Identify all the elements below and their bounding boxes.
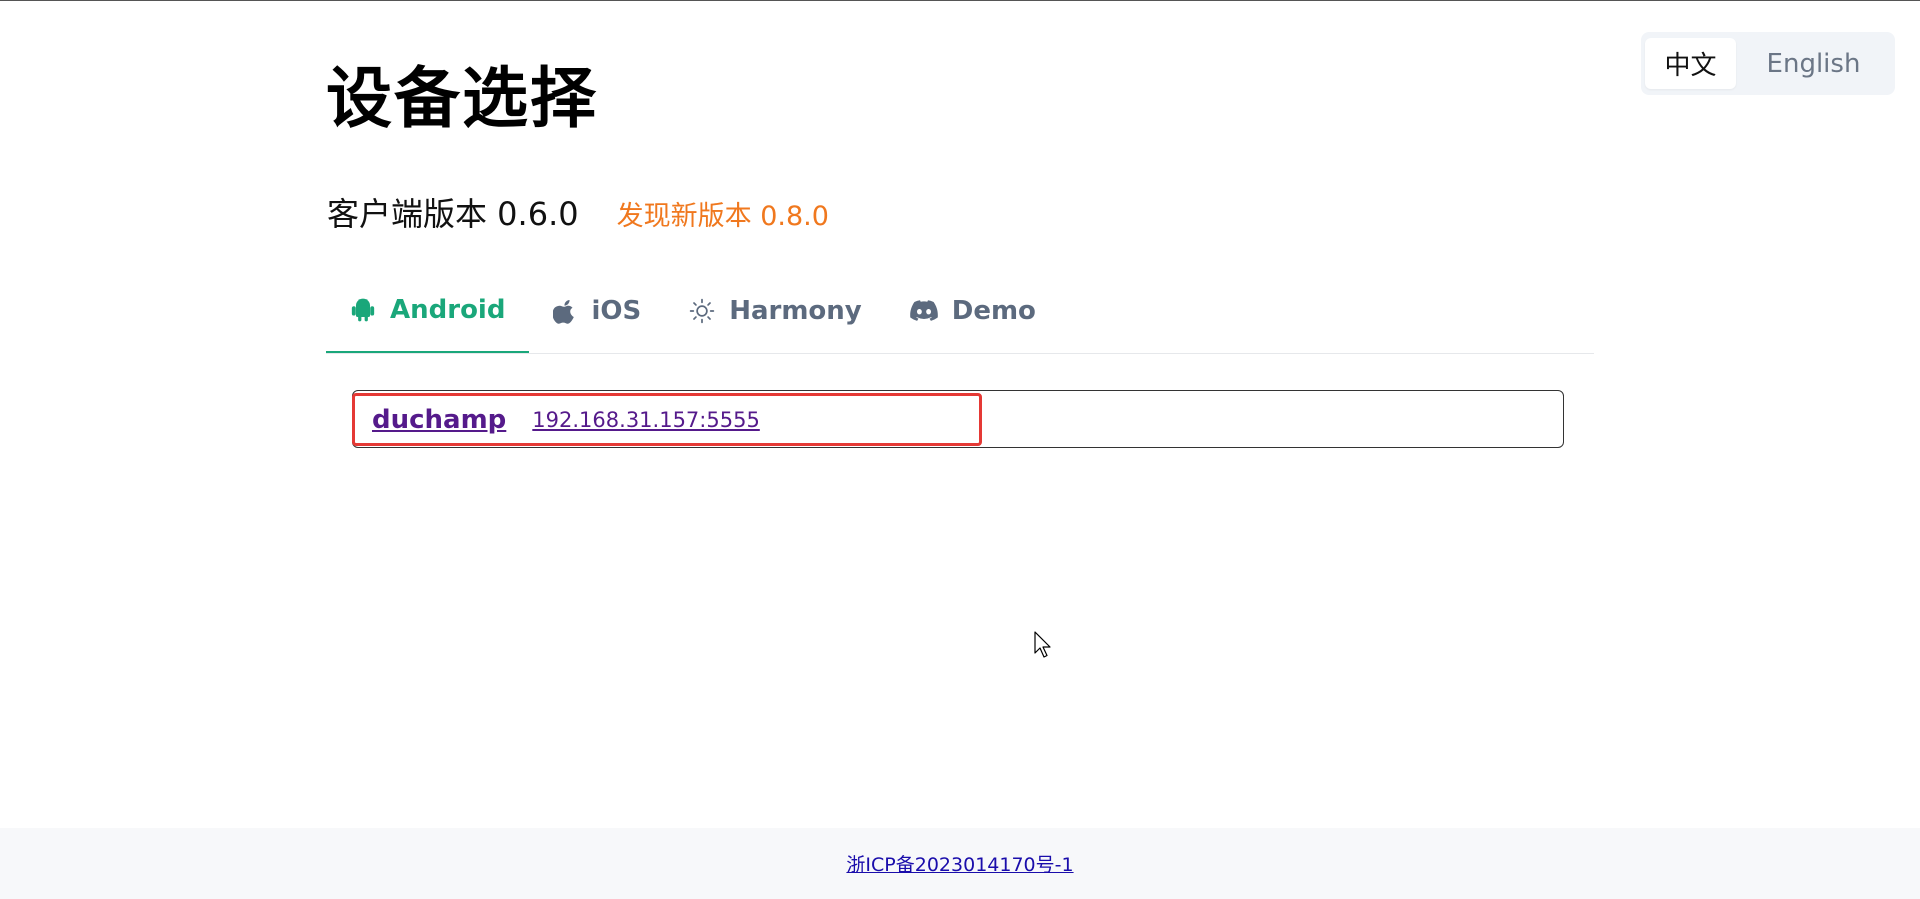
platform-tabs: Android iOS Harmony Demo: [326, 283, 1594, 354]
device-list: duchamp 192.168.31.157:5555: [352, 390, 1564, 448]
apple-icon: [553, 298, 577, 324]
tab-label: Harmony: [729, 296, 862, 326]
tab-label: Demo: [951, 296, 1036, 326]
footer: 浙ICP备2023014170号-1: [0, 828, 1920, 899]
sun-icon: [689, 298, 715, 324]
page-title: 设备选择: [326, 60, 598, 137]
android-icon: [350, 297, 376, 323]
tab-harmony[interactable]: Harmony: [665, 283, 886, 353]
new-version-notice[interactable]: 发现新版本 0.8.0: [617, 194, 829, 233]
tab-label: iOS: [591, 296, 642, 326]
tab-label: Android: [390, 295, 506, 325]
client-version: 客户端版本 0.6.0: [327, 195, 579, 233]
discord-icon: [909, 300, 938, 322]
language-switch: 中文 English: [1641, 32, 1895, 95]
device-name-link[interactable]: duchamp: [372, 405, 506, 435]
lang-chinese-button[interactable]: 中文: [1645, 38, 1736, 89]
tab-android[interactable]: Android: [326, 283, 530, 353]
tab-demo[interactable]: Demo: [886, 283, 1060, 353]
list-item[interactable]: duchamp 192.168.31.157:5555: [352, 393, 982, 446]
version-row: 客户端版本 0.6.0 发现新版本 0.8.0: [327, 189, 829, 235]
mouse-cursor-icon: [1034, 631, 1054, 663]
icp-license-link[interactable]: 浙ICP备2023014170号-1: [846, 850, 1073, 877]
tab-ios[interactable]: iOS: [529, 283, 665, 353]
lang-english-button[interactable]: English: [1736, 38, 1891, 89]
device-address-link[interactable]: 192.168.31.157:5555: [532, 408, 760, 432]
